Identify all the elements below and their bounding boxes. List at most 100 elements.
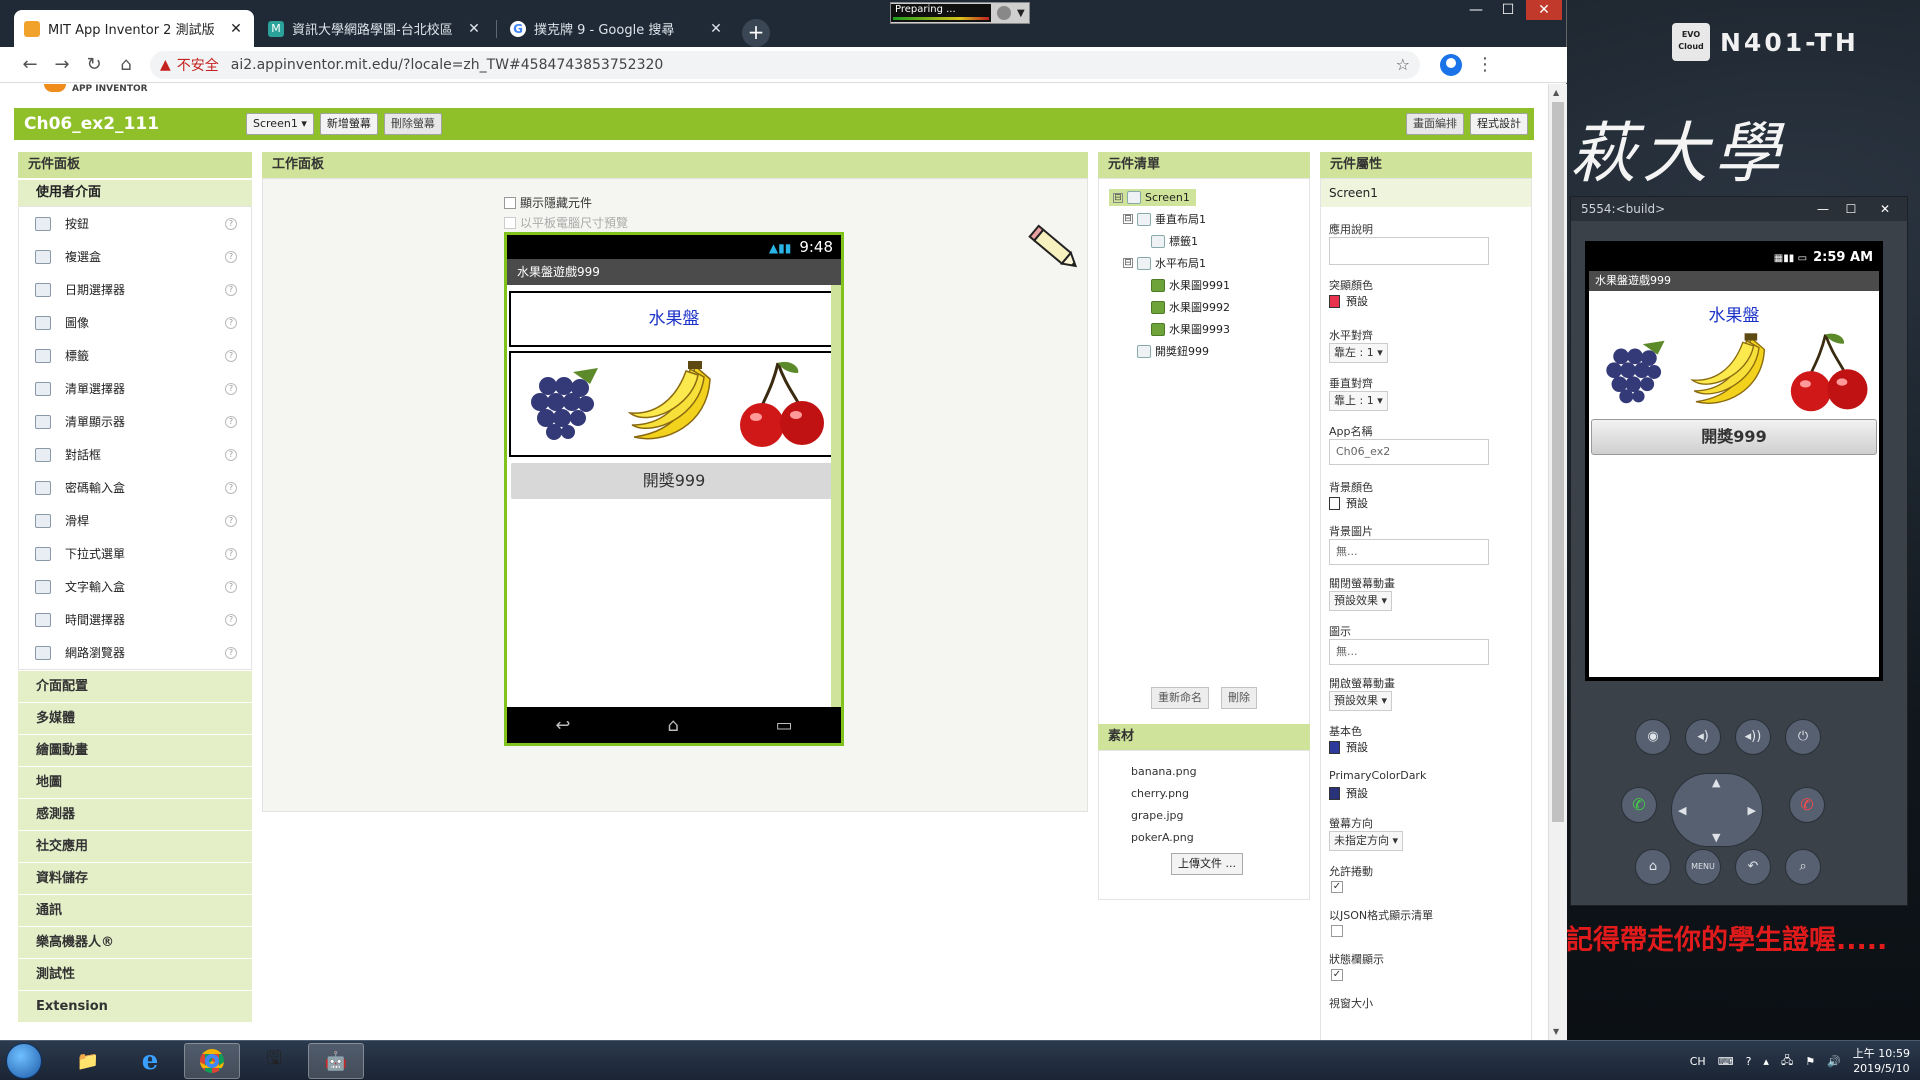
forward-arrow-icon[interactable]: →: [46, 49, 78, 81]
close-animation-dropdown[interactable]: 預設效果 ▾: [1329, 591, 1393, 611]
designer-button[interactable]: 畫面編排: [1406, 113, 1464, 135]
palette-category[interactable]: 地圖: [18, 766, 252, 798]
help-icon[interactable]: ?: [225, 217, 237, 230]
palette-category[interactable]: Extension: [18, 990, 252, 1022]
record-icon[interactable]: [997, 6, 1011, 20]
back-key-icon[interactable]: ↶: [1735, 849, 1771, 885]
help-icon[interactable]: ?: [225, 382, 237, 395]
volume-icon[interactable]: 🔊: [1827, 1055, 1841, 1068]
media-file[interactable]: cherry.png: [1131, 783, 1309, 805]
help-icon[interactable]: ?: [225, 547, 237, 560]
upload-file-button[interactable]: 上傳文件 ...: [1171, 853, 1243, 875]
close-tab-icon[interactable]: ✕: [708, 21, 724, 37]
tree-node[interactable]: 水果圖9992: [1137, 299, 1230, 315]
browser-menu-icon[interactable]: ⋮: [1476, 54, 1494, 75]
media-file[interactable]: pokerA.png: [1131, 827, 1309, 849]
screen-select-dropdown[interactable]: Screen1 ▾: [246, 113, 314, 135]
page-scrollbar[interactable]: ▲ ▼: [1548, 84, 1567, 1040]
close-tab-icon[interactable]: ✕: [228, 21, 244, 37]
tree-node[interactable]: ⊟ 垂直布局1: [1123, 211, 1206, 227]
palette-item[interactable]: 按鈕?: [19, 207, 251, 240]
maximize-button[interactable]: ☐: [1839, 197, 1863, 221]
json-list-checkbox[interactable]: [1331, 925, 1343, 937]
palette-item[interactable]: 標籤?: [19, 339, 251, 372]
keyboard-icon[interactable]: ⌨: [1718, 1055, 1734, 1068]
back-icon[interactable]: ↩: [555, 715, 570, 736]
help-icon[interactable]: ?: [225, 283, 237, 296]
blocks-button[interactable]: 程式設計: [1470, 113, 1528, 135]
palette-item[interactable]: 圖像?: [19, 306, 251, 339]
help-icon[interactable]: ?: [225, 349, 237, 362]
file-explorer-icon[interactable]: 📁: [60, 1043, 116, 1079]
help-icon[interactable]: ?: [225, 613, 237, 626]
menu-key[interactable]: MENU: [1685, 849, 1721, 885]
primary-color-picker[interactable]: 預設: [1329, 739, 1368, 755]
home-icon[interactable]: ⌂: [667, 715, 678, 736]
palette-item[interactable]: 文字輸入盒?: [19, 570, 251, 603]
media-file[interactable]: banana.png: [1131, 761, 1309, 783]
palette-item[interactable]: 日期選擇器?: [19, 273, 251, 306]
palette-category[interactable]: 測試性: [18, 958, 252, 990]
bookmark-star-icon[interactable]: ☆: [1396, 55, 1410, 74]
help-icon[interactable]: ?: [225, 448, 237, 461]
help-icon[interactable]: ?: [225, 415, 237, 428]
tree-node[interactable]: ⊟ Screen1: [1109, 189, 1196, 206]
help-icon[interactable]: ?: [225, 646, 237, 659]
palette-item[interactable]: 密碼輸入盒?: [19, 471, 251, 504]
cherry-image[interactable]: [738, 359, 830, 449]
screen-recorder-widget[interactable]: Preparing ... ▼: [890, 2, 1030, 24]
help-icon[interactable]: ?: [225, 316, 237, 329]
about-screen-textarea[interactable]: [1329, 237, 1489, 265]
url-text[interactable]: ai2.appinventor.mit.edu/?locale=zh_TW#45…: [231, 57, 1396, 73]
back-arrow-icon[interactable]: ←: [14, 49, 46, 81]
checkbox-box[interactable]: [504, 196, 516, 209]
home-icon[interactable]: ⌂: [110, 49, 142, 81]
end-call-icon[interactable]: ✆: [1789, 787, 1825, 823]
tree-node[interactable]: 水果圖9993: [1137, 321, 1230, 337]
home-key-icon[interactable]: ⌂: [1635, 849, 1671, 885]
accent-color-picker[interactable]: 預設: [1329, 293, 1368, 309]
collapse-toggle-icon[interactable]: ⊟: [1123, 258, 1133, 268]
icon-picker[interactable]: 無...: [1329, 639, 1489, 665]
tab-moodle[interactable]: M 資訊大學網路學園-台北校區 ✕: [258, 10, 492, 47]
palette-category-user-interface[interactable]: 使用者介面: [18, 180, 252, 206]
tree-node[interactable]: 開獎鈕999: [1123, 343, 1209, 359]
dpad-down-icon[interactable]: ▼: [1712, 831, 1720, 844]
delete-button[interactable]: 刪除: [1221, 687, 1257, 709]
recent-apps-icon[interactable]: ▭: [776, 715, 793, 736]
minimize-button[interactable]: —: [1462, 0, 1490, 20]
tray-expand-icon[interactable]: ▴: [1763, 1055, 1769, 1068]
help-icon[interactable]: ?: [225, 514, 237, 527]
tree-node[interactable]: ⊟ 水平布局1: [1123, 255, 1206, 271]
reload-icon[interactable]: ↻: [78, 49, 110, 81]
tablet-preview-checkbox[interactable]: 以平板電腦尺寸預覽: [504, 214, 628, 231]
start-button[interactable]: [6, 1043, 42, 1079]
palette-item[interactable]: 滑桿?: [19, 504, 251, 537]
help-icon[interactable]: ?: [225, 481, 237, 494]
minimize-button[interactable]: —: [1811, 197, 1835, 221]
scroll-down-icon[interactable]: ▼: [1553, 1027, 1559, 1036]
dpad-control[interactable]: ▲ ▼ ◀ ▶: [1671, 773, 1763, 847]
background-image-picker[interactable]: 無...: [1329, 539, 1489, 565]
maximize-button[interactable]: ☐: [1494, 0, 1522, 20]
palette-item[interactable]: 對話框?: [19, 438, 251, 471]
palette-category[interactable]: 資料儲存: [18, 862, 252, 894]
palette-category[interactable]: 繪圖動畫: [18, 734, 252, 766]
close-window-button[interactable]: ✕: [1873, 197, 1897, 221]
dpad-up-icon[interactable]: ▲: [1712, 776, 1720, 789]
palette-category[interactable]: 社交應用: [18, 830, 252, 862]
tree-node[interactable]: 標籤1: [1137, 233, 1198, 249]
scrollable-checkbox[interactable]: ✓: [1331, 881, 1343, 893]
show-hidden-checkbox[interactable]: 顯示隱藏元件: [504, 194, 592, 211]
profile-avatar-icon[interactable]: [1440, 53, 1462, 76]
call-icon[interactable]: ✆: [1621, 787, 1657, 823]
collapse-toggle-icon[interactable]: ⊟: [1123, 214, 1133, 224]
align-vertical-dropdown[interactable]: 靠上 : 1 ▾: [1329, 391, 1388, 411]
palette-item[interactable]: 時間選擇器?: [19, 603, 251, 636]
collapse-toggle-icon[interactable]: ⊟: [1113, 192, 1123, 203]
tab-google[interactable]: G 撲克牌 9 - Google 搜尋 ✕: [500, 10, 734, 47]
palette-item[interactable]: 清單顯示器?: [19, 405, 251, 438]
help-icon[interactable]: ?: [1746, 1055, 1752, 1068]
palette-category[interactable]: 感測器: [18, 798, 252, 830]
palette-item[interactable]: 複選盒?: [19, 240, 251, 273]
